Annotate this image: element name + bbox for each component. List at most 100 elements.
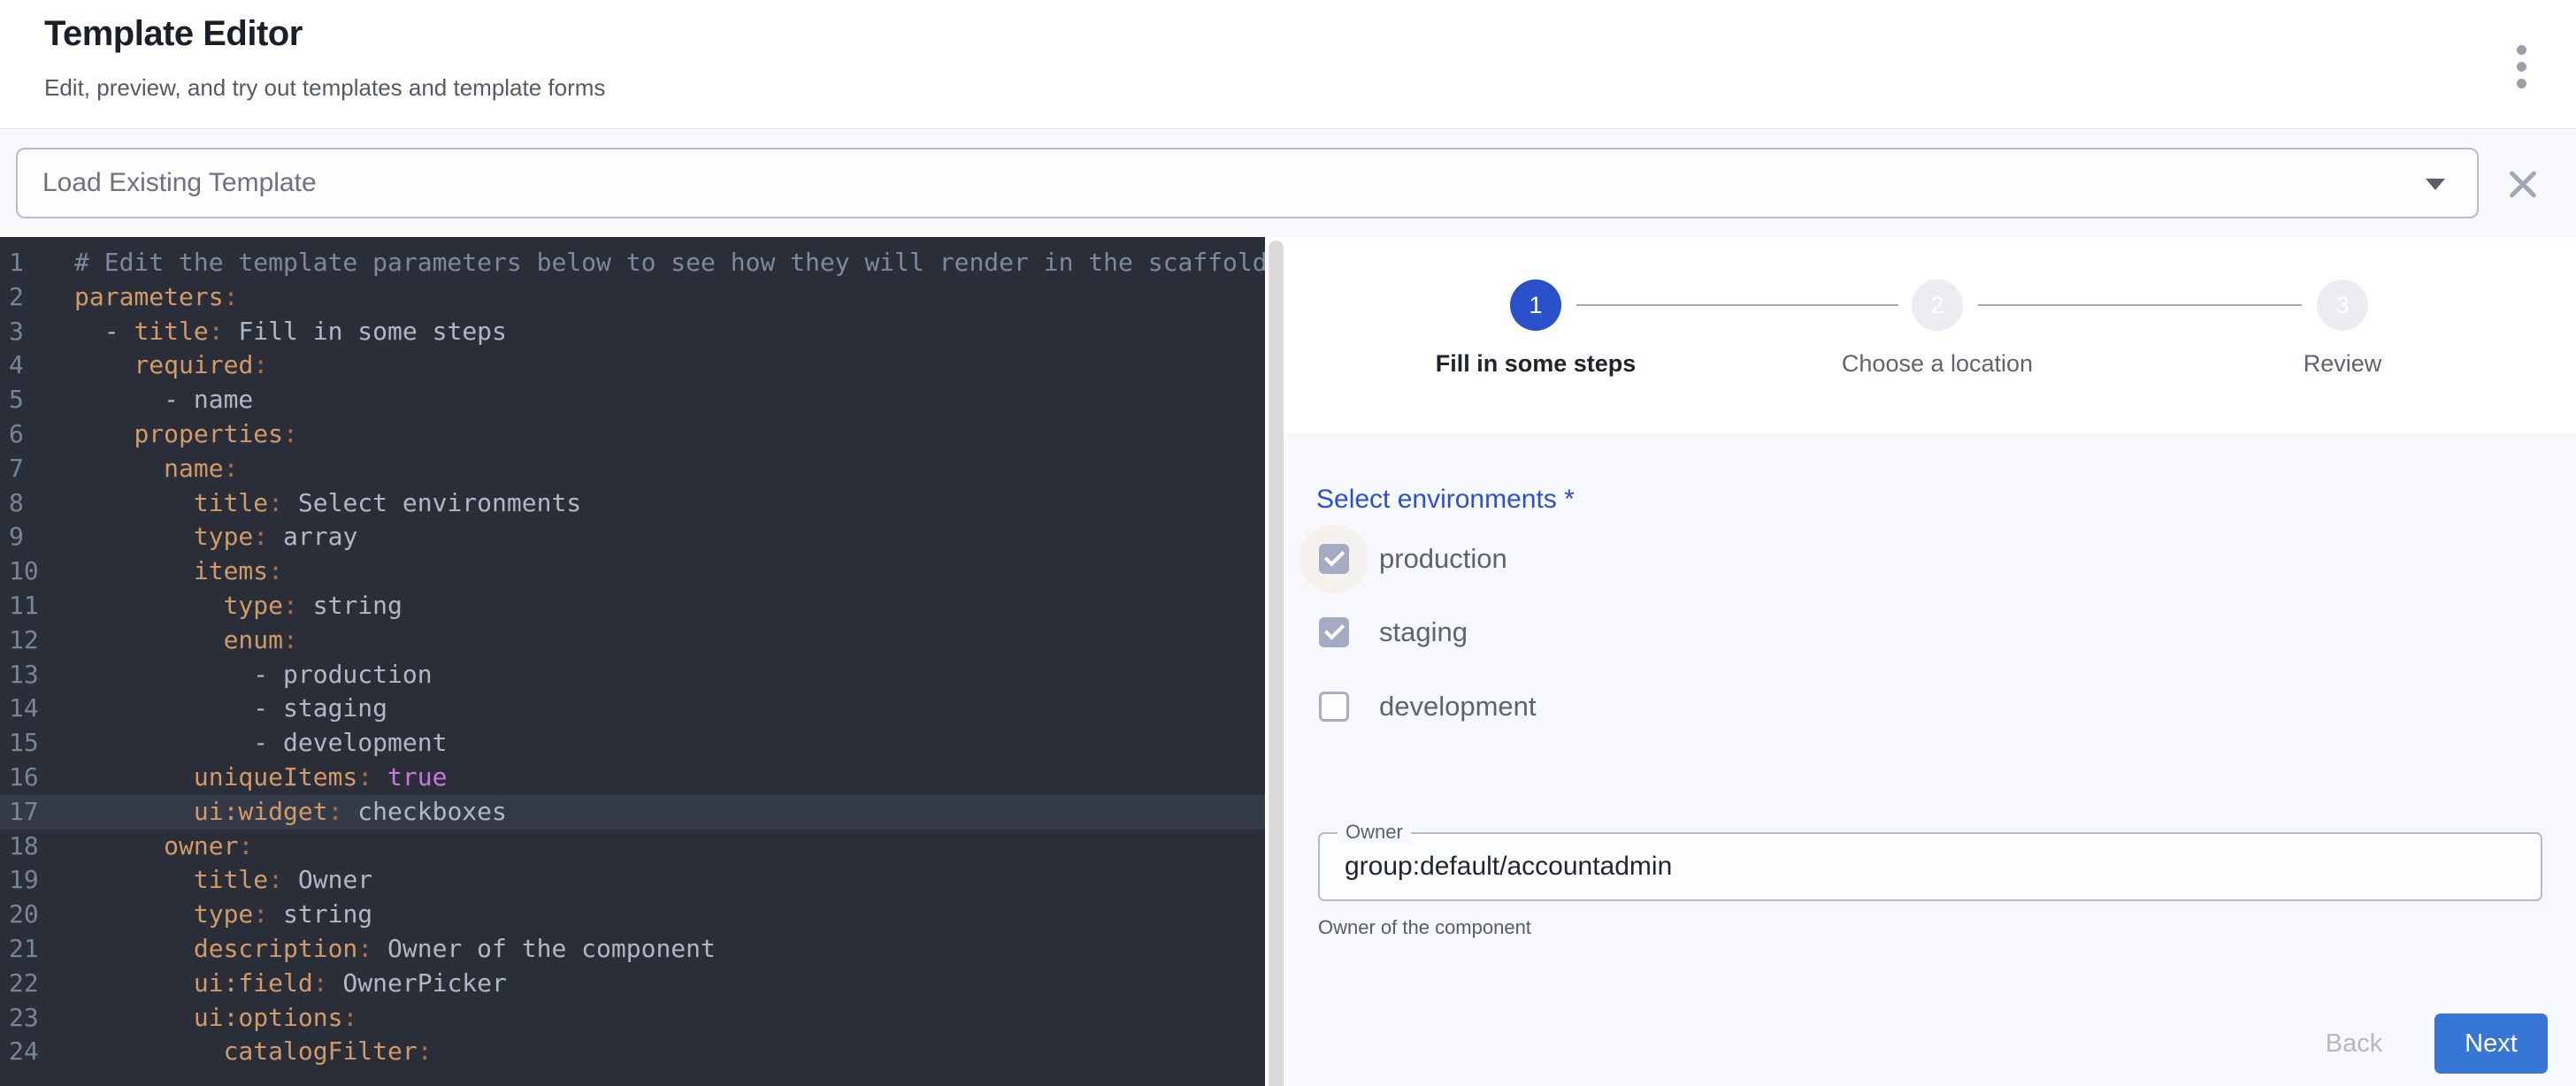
kebab-menu-icon[interactable] bbox=[2503, 35, 2539, 97]
step-circle: 1 bbox=[1510, 279, 1561, 331]
line-number: 22 bbox=[0, 967, 74, 1001]
code-line: 14 - staging bbox=[0, 692, 1265, 726]
line-number: 15 bbox=[0, 726, 74, 761]
code-text: name: bbox=[74, 452, 1265, 486]
line-number: 23 bbox=[0, 1001, 74, 1036]
code-text: - title: Fill in some steps bbox=[74, 315, 1265, 349]
code-text: - staging bbox=[74, 692, 1265, 726]
page-title: Template Editor bbox=[44, 14, 303, 54]
code-line: 10 items: bbox=[0, 554, 1265, 589]
line-number: 16 bbox=[0, 761, 74, 795]
select-placeholder: Load Existing Template bbox=[42, 168, 317, 198]
code-text: owner: bbox=[74, 830, 1265, 864]
code-editor[interactable]: 1# Edit the template parameters below to… bbox=[0, 237, 1265, 1086]
code-line: 23 ui:options: bbox=[0, 1001, 1265, 1036]
environments-group-label: Select environments * bbox=[1316, 485, 1575, 515]
back-button[interactable]: Back bbox=[2296, 1013, 2411, 1074]
checkbox-checked-icon[interactable] bbox=[1319, 617, 1349, 647]
code-text: type: string bbox=[74, 898, 1265, 932]
line-number: 20 bbox=[0, 898, 74, 932]
environment-option-staging[interactable]: staging bbox=[1319, 596, 1537, 670]
code-line: 22 ui:field: OwnerPicker bbox=[0, 967, 1265, 1001]
line-number: 5 bbox=[0, 383, 74, 417]
code-line: 8 title: Select environments bbox=[0, 486, 1265, 521]
line-number: 9 bbox=[0, 520, 74, 554]
checkbox-label[interactable]: production bbox=[1379, 543, 1507, 575]
code-text: catalogFilter: bbox=[74, 1035, 1265, 1069]
line-number: 8 bbox=[0, 486, 74, 521]
code-text: ui:field: OwnerPicker bbox=[74, 967, 1265, 1001]
checkbox-label[interactable]: staging bbox=[1379, 616, 1468, 648]
stepper-step: 1Fill in some steps bbox=[1403, 279, 1668, 378]
line-number: 24 bbox=[0, 1035, 74, 1069]
code-text: - development bbox=[74, 726, 1265, 761]
code-text: - name bbox=[74, 383, 1265, 417]
step-circle: 2 bbox=[1912, 279, 1963, 331]
code-text: required: bbox=[74, 348, 1265, 383]
split-pane-handle[interactable] bbox=[1269, 241, 1284, 1086]
code-text: # Edit the template parameters below to … bbox=[74, 246, 1265, 280]
code-text: title: Select environments bbox=[74, 486, 1265, 521]
line-number: 4 bbox=[0, 348, 74, 383]
line-number: 3 bbox=[0, 315, 74, 349]
line-number: 1 bbox=[0, 246, 74, 280]
check-mark-icon bbox=[1324, 620, 1345, 640]
environments-checkbox-group: production staging development bbox=[1319, 522, 1537, 744]
code-text: enum: bbox=[74, 623, 1265, 658]
next-button[interactable]: Next bbox=[2434, 1013, 2548, 1074]
code-text: description: Owner of the component bbox=[74, 932, 1265, 967]
code-line: 7 name: bbox=[0, 452, 1265, 486]
template-editor-screen: Template Editor Edit, preview, and try o… bbox=[0, 0, 2576, 1086]
code-line: 1# Edit the template parameters below to… bbox=[0, 246, 1265, 280]
check-mark-icon bbox=[1324, 546, 1345, 566]
stepper-step: 2 Choose a location bbox=[1805, 279, 2070, 378]
code-line: 17 ui:widget: checkboxes bbox=[0, 795, 1265, 830]
code-line: 4 required: bbox=[0, 348, 1265, 383]
code-line: 16 uniqueItems: true bbox=[0, 761, 1265, 795]
code-text: properties: bbox=[74, 417, 1265, 452]
line-number: 14 bbox=[0, 692, 74, 726]
code-text: - production bbox=[74, 658, 1265, 692]
step-label: Choose a location bbox=[1842, 350, 2033, 378]
code-line: 20 type: string bbox=[0, 898, 1265, 932]
line-number: 10 bbox=[0, 554, 74, 589]
stepper-connector bbox=[1576, 304, 1898, 306]
code-line: 24 catalogFilter: bbox=[0, 1035, 1265, 1069]
line-number: 11 bbox=[0, 589, 74, 623]
line-number: 18 bbox=[0, 830, 74, 864]
code-line: 13 - production bbox=[0, 658, 1265, 692]
line-number: 7 bbox=[0, 452, 74, 486]
environment-option-development[interactable]: development bbox=[1319, 669, 1537, 744]
owner-input[interactable]: group:default/accountadmin bbox=[1318, 832, 2542, 901]
code-line: 5 - name bbox=[0, 383, 1265, 417]
checkbox-label[interactable]: development bbox=[1379, 691, 1537, 723]
code-text: type: array bbox=[74, 520, 1265, 554]
checkbox-checked-icon[interactable] bbox=[1319, 544, 1349, 574]
code-text: items: bbox=[74, 554, 1265, 589]
line-number: 2 bbox=[0, 280, 74, 315]
close-icon[interactable] bbox=[2503, 164, 2542, 203]
page-subtitle: Edit, preview, and try out templates and… bbox=[44, 74, 605, 102]
code-line: 21 description: Owner of the component bbox=[0, 932, 1265, 967]
line-number: 12 bbox=[0, 623, 74, 658]
code-line: 18 owner: bbox=[0, 830, 1265, 864]
stepper-connector bbox=[1978, 304, 2302, 306]
code-line: 3 - title: Fill in some steps bbox=[0, 315, 1265, 349]
code-text: uniqueItems: true bbox=[74, 761, 1265, 795]
code-line: 19 title: Owner bbox=[0, 863, 1265, 898]
owner-input-value: group:default/accountadmin bbox=[1345, 852, 1672, 882]
environment-option-production[interactable]: production bbox=[1319, 522, 1537, 596]
code-text: ui:options: bbox=[74, 1001, 1265, 1036]
checkbox-unchecked-icon[interactable] bbox=[1319, 692, 1349, 722]
kebab-dot bbox=[2517, 79, 2526, 88]
stepper-step: 3 Review bbox=[2210, 279, 2475, 378]
code-text: title: Owner bbox=[74, 863, 1265, 898]
line-number: 6 bbox=[0, 417, 74, 452]
line-number: 19 bbox=[0, 863, 74, 898]
code-line: 15 - development bbox=[0, 726, 1265, 761]
step-circle: 3 bbox=[2317, 279, 2368, 331]
step-label: Review bbox=[2304, 350, 2382, 378]
line-number: 21 bbox=[0, 932, 74, 967]
owner-helper-text: Owner of the component bbox=[1318, 916, 1531, 939]
load-existing-template-select[interactable]: Load Existing Template bbox=[16, 148, 2479, 218]
